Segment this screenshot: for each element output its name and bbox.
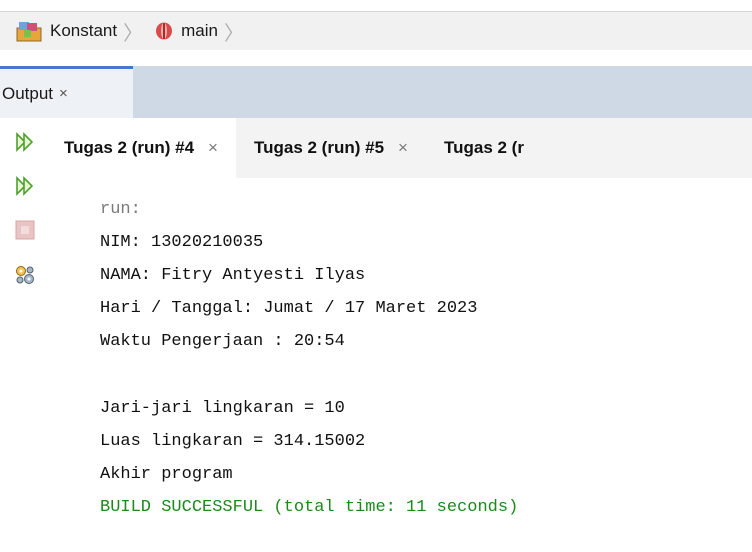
console-line: Waktu Pengerjaan : 20:54 (100, 332, 345, 351)
console-line: Luas lingkaran = 314.15002 (100, 432, 366, 451)
tab-run-4[interactable]: Tugas 2 (run) #4 × (46, 118, 236, 178)
chevron-right-icon: 〉 (223, 22, 244, 45)
chevron-right-icon: 〉 (123, 22, 144, 45)
breadcrumb-branch[interactable]: main (155, 21, 218, 41)
console-line: Akhir program (100, 465, 233, 484)
settings-icon[interactable] (13, 263, 37, 287)
project-icon (16, 22, 42, 42)
tab-label: Tugas 2 (run) #4 (64, 138, 195, 157)
close-icon[interactable]: × (59, 85, 68, 102)
cut-off-header (0, 0, 752, 12)
tab-run-6[interactable]: Tugas 2 (r (426, 118, 542, 178)
tab-label: Tugas 2 (r (443, 138, 524, 157)
breadcrumb-project[interactable]: Konstant (16, 20, 117, 42)
tab-run-5[interactable]: Tugas 2 (run) #5 × (236, 118, 426, 178)
run-tabs: Tugas 2 (run) #4 × Tugas 2 (run) #5 × Tu… (46, 118, 752, 178)
close-icon[interactable]: × (208, 138, 218, 158)
rerun-with-params-icon[interactable] (13, 174, 37, 198)
branch-icon (156, 22, 173, 40)
tab-output[interactable]: Output × (0, 66, 133, 118)
output-toolbar (0, 118, 46, 552)
rerun-icon[interactable] (13, 130, 37, 154)
console-line: Hari / Tanggal: Jumat / 17 Maret 2023 (100, 299, 478, 318)
console-output[interactable]: run: NIM: 13020210035 NAMA: Fitry Antyes… (100, 193, 752, 524)
output-tab-strip: Output × (0, 50, 752, 118)
tab-output-label: Output (2, 83, 54, 103)
tab-label: Tugas 2 (run) #5 (253, 138, 385, 157)
breadcrumb: Konstant 〉 main 〉 (0, 12, 752, 51)
branch-name: main (181, 21, 218, 40)
project-name: Konstant (50, 21, 118, 40)
console-line: Jari-jari lingkaran = 10 (100, 399, 345, 418)
close-icon[interactable]: × (398, 138, 408, 158)
build-status: BUILD SUCCESSFUL (total time: 11 seconds… (100, 498, 519, 517)
console-line: run: (100, 200, 141, 219)
console-line: NIM: 13020210035 (100, 233, 264, 252)
console-line: NAMA: Fitry Antyesti Ilyas (100, 266, 366, 285)
stop-icon[interactable] (13, 218, 37, 242)
